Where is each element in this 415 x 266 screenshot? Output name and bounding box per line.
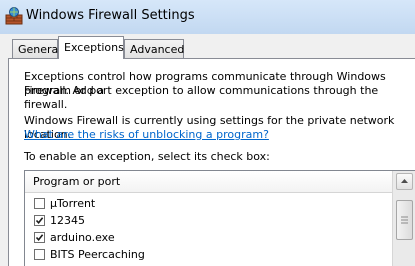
list-item-label: µTorrent: [50, 197, 96, 210]
list-item[interactable]: BITS Peercaching: [25, 247, 392, 264]
tab-exceptions-label: Exceptions: [64, 41, 124, 54]
list-item[interactable]: µTorrent: [25, 196, 392, 213]
arrow-up-icon: [401, 179, 408, 183]
window-title: Windows Firewall Settings: [26, 8, 195, 23]
list-item-label: BITS Peercaching: [50, 248, 145, 261]
exception-checkbox[interactable]: [34, 215, 45, 226]
exceptions-list[interactable]: Program or port µTorrent 12345 arduino.e…: [24, 170, 415, 266]
exception-checkbox[interactable]: [34, 198, 45, 209]
list-item-label: arduino.exe: [50, 231, 115, 244]
title-bar[interactable]: Windows Firewall Settings: [0, 0, 415, 34]
firewall-icon: [4, 6, 24, 26]
list-item[interactable]: 12345: [25, 213, 392, 230]
checkmark-icon: [35, 217, 44, 225]
tab-exceptions[interactable]: Exceptions: [58, 36, 124, 59]
list-item[interactable]: arduino.exe: [25, 230, 392, 247]
risks-link[interactable]: What are the risks of unblocking a progr…: [24, 128, 269, 142]
tab-advanced-label: Advanced: [130, 43, 185, 56]
intro-line-2: program or port exception to allow commu…: [24, 84, 379, 111]
exception-checkbox[interactable]: [34, 249, 45, 260]
vertical-scrollbar[interactable]: [392, 171, 415, 266]
column-header-label: Program or port: [33, 175, 121, 188]
tab-general-label: General: [18, 43, 62, 56]
exception-instruction: To enable an exception, select its check…: [24, 150, 270, 163]
scroll-up-button[interactable]: [396, 173, 413, 190]
exception-checkbox[interactable]: [34, 232, 45, 243]
scroll-thumb[interactable]: [396, 200, 413, 240]
tab-advanced[interactable]: Advanced: [124, 39, 184, 58]
grip-icon: [401, 216, 408, 224]
column-header[interactable]: Program or port: [25, 171, 392, 193]
tab-general[interactable]: General: [12, 39, 62, 58]
list-item-label: 12345: [50, 214, 85, 227]
checkmark-icon: [35, 234, 44, 242]
